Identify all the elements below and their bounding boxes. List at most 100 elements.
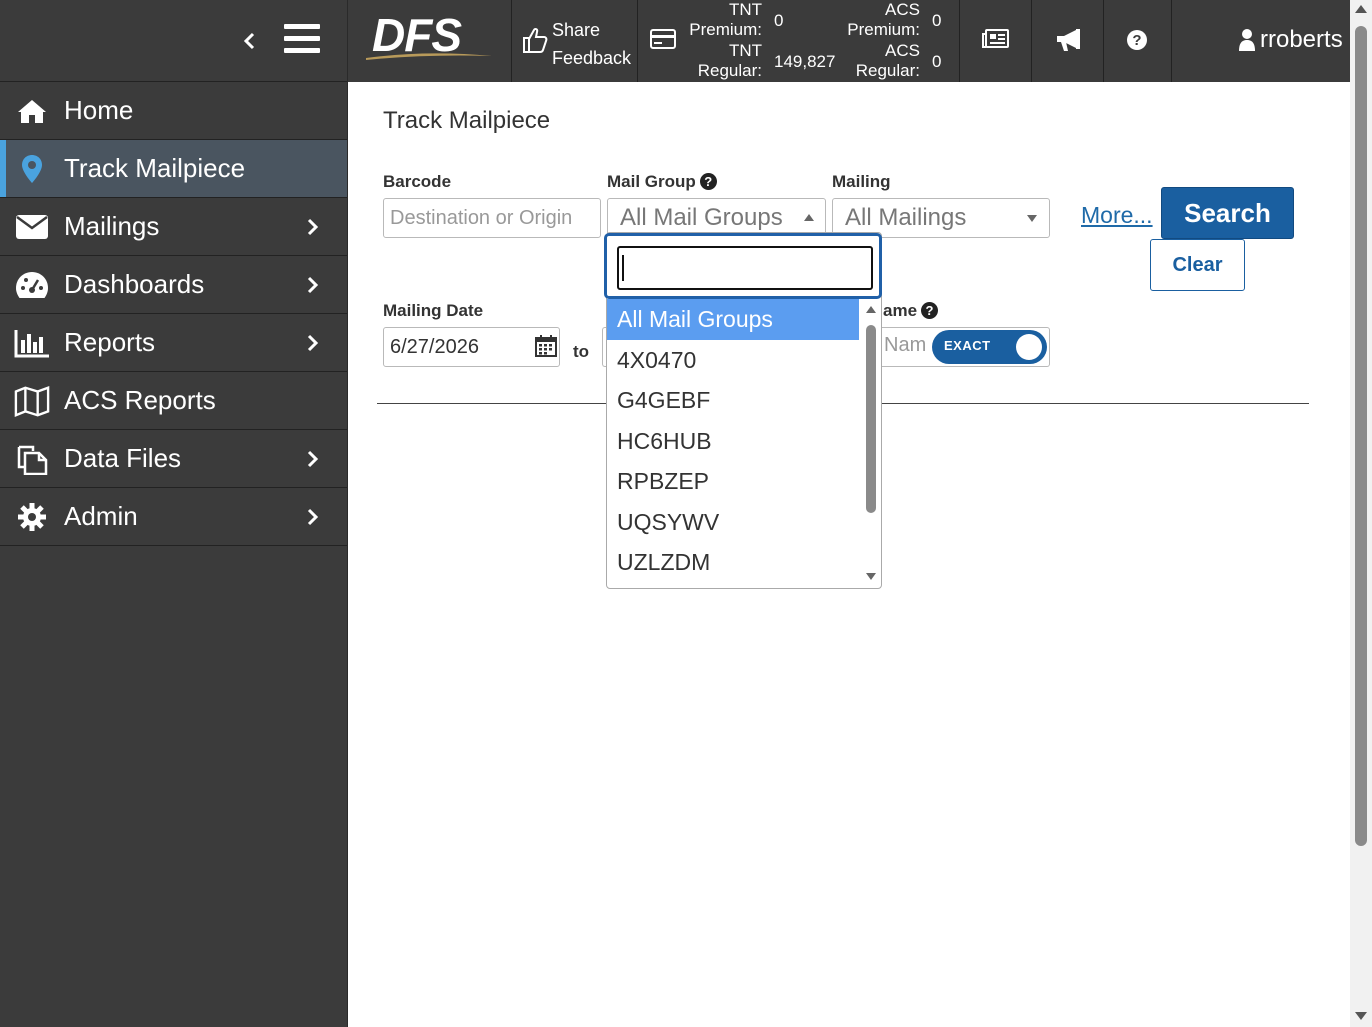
dropdown-option[interactable]: G4GEBF	[607, 380, 859, 421]
envelope-icon	[14, 211, 50, 243]
sidebar-item-label: ACS Reports	[64, 385, 216, 415]
tnt-regular-label-1: TNT	[728, 41, 762, 60]
username: rroberts	[1260, 26, 1343, 53]
chevron-right-icon	[304, 217, 322, 237]
credit-card-icon	[650, 28, 676, 50]
home-icon	[14, 95, 50, 127]
dropdown-option[interactable]: UQSYWV	[607, 502, 859, 543]
exact-match-toggle[interactable]: EXACT	[932, 330, 1047, 364]
dropdown-scroll-up-icon[interactable]	[866, 306, 876, 313]
sidebar-item-home[interactable]: Home	[0, 82, 347, 140]
mailing-date-label: Mailing Date	[383, 301, 484, 320]
user-icon	[1239, 29, 1255, 51]
mail-group-selected-value: All Mail Groups	[620, 204, 783, 231]
sidebar-item-label: Track Mailpiece	[64, 153, 246, 183]
news-button[interactable]	[960, 0, 1032, 82]
toggle-knob	[1016, 334, 1042, 360]
caret-up-icon	[804, 214, 814, 221]
caret-down-icon	[1027, 215, 1037, 222]
scroll-up-arrow-icon[interactable]	[1355, 5, 1367, 13]
newspaper-icon	[982, 29, 1009, 48]
sidebar-item-reports[interactable]: Reports	[0, 314, 347, 372]
chevron-right-icon	[304, 333, 322, 353]
dropdown-option[interactable]: HC6HUB	[607, 421, 859, 462]
map-marker-icon	[14, 153, 50, 185]
thumbs-up-icon	[522, 26, 548, 54]
top-bar: DFS Share Feedback TNT Premium: 0 TNT Re…	[348, 0, 1350, 82]
sidebar-item-label: Dashboards	[64, 269, 205, 299]
dropdown-scrollbar[interactable]	[863, 301, 879, 587]
feedback-label-line2: Feedback	[552, 48, 632, 68]
page-title: Track Mailpiece	[383, 107, 551, 134]
mailpiece-counts[interactable]: TNT Premium: 0 TNT Regular: 149,827 ACS …	[638, 0, 960, 82]
sidebar-header	[0, 0, 347, 82]
mailing-label: Mailing	[832, 172, 891, 191]
files-icon	[14, 443, 50, 475]
dropdown-options-list: All Mail Groups 4X0470 G4GEBF HC6HUB RPB…	[607, 299, 859, 583]
tnt-premium-label-1: TNT	[728, 0, 762, 19]
sidebar-item-dashboards[interactable]: Dashboards	[0, 256, 347, 314]
hamburger-menu-button[interactable]	[284, 24, 320, 56]
calendar-icon[interactable]	[534, 334, 558, 358]
sidebar: Home Track Mailpiece Mailings Dashboards…	[0, 0, 348, 1027]
chevron-right-icon	[304, 507, 322, 527]
sidebar-item-label: Mailings	[64, 211, 160, 241]
chevron-right-icon	[304, 275, 322, 295]
name-input-placeholder: Nam	[884, 334, 927, 356]
dropdown-scroll-thumb[interactable]	[866, 325, 876, 513]
chevron-right-icon	[304, 449, 322, 469]
acs-regular-label-2: Regular:	[855, 61, 920, 80]
dfs-logo[interactable]: DFS	[348, 0, 512, 82]
svg-text:?: ?	[1132, 32, 1141, 49]
mailing-selected-value: All Mailings	[845, 204, 967, 231]
search-button[interactable]: Search	[1161, 187, 1294, 239]
sidebar-item-admin[interactable]: Admin	[0, 488, 347, 546]
clear-button[interactable]: Clear	[1150, 239, 1245, 291]
megaphone-icon	[1057, 29, 1080, 51]
name-help-icon[interactable]: ?	[921, 302, 939, 319]
gear-icon	[14, 501, 50, 533]
announcements-button[interactable]	[1032, 0, 1104, 82]
sidebar-item-label: Home	[64, 95, 134, 125]
date-range-to-label: to	[573, 342, 590, 361]
mail-group-label: Mail Group?	[607, 172, 717, 192]
bar-chart-icon	[14, 327, 50, 359]
mail-group-help-icon[interactable]: ?	[699, 173, 717, 190]
acs-premium-label-2: Premium:	[847, 20, 920, 39]
sidebar-item-acs-reports[interactable]: ACS Reports	[0, 372, 347, 430]
scroll-down-arrow-icon[interactable]	[1355, 1012, 1367, 1020]
barcode-input[interactable]: Destination or Origin	[383, 198, 601, 238]
sidebar-item-mailings[interactable]: Mailings	[0, 198, 347, 256]
dropdown-search-input[interactable]	[617, 246, 873, 290]
tnt-regular-label-2: Regular:	[697, 61, 762, 80]
name-label: ame?	[883, 301, 939, 321]
share-feedback-button[interactable]: Share Feedback	[512, 0, 638, 82]
page-scrollbar[interactable]	[1350, 0, 1372, 1027]
dropdown-option[interactable]: 4X0470	[607, 340, 859, 381]
acs-regular-label-1: ACS	[885, 41, 920, 60]
acs-premium-value: 0	[932, 11, 942, 30]
user-menu[interactable]: rroberts	[1172, 0, 1350, 82]
dropdown-option[interactable]: All Mail Groups	[607, 299, 859, 340]
barcode-label: Barcode	[383, 172, 452, 191]
scroll-thumb[interactable]	[1355, 26, 1367, 846]
help-button[interactable]: ?	[1104, 0, 1172, 82]
sidebar-item-label: Admin	[64, 501, 138, 531]
dropdown-scroll-down-icon[interactable]	[866, 573, 876, 580]
mail-group-dropdown: All Mail Groups 4X0470 G4GEBF HC6HUB RPB…	[604, 232, 882, 589]
tnt-premium-label-2: Premium:	[689, 20, 762, 39]
acs-premium-label-1: ACS	[885, 0, 920, 19]
tnt-premium-value: 0	[774, 11, 784, 30]
exact-toggle-label: EXACT	[944, 338, 991, 353]
dropdown-option[interactable]: RPBZEP	[607, 461, 859, 502]
text-cursor	[622, 255, 624, 281]
more-options-link[interactable]: More...	[1081, 202, 1153, 229]
sidebar-item-label: Data Files	[64, 443, 182, 473]
sidebar-item-data-files[interactable]: Data Files	[0, 430, 347, 488]
collapse-sidebar-button[interactable]	[238, 28, 262, 54]
tnt-regular-value: 149,827	[774, 52, 836, 71]
sidebar-item-label: Reports	[64, 327, 156, 357]
sidebar-item-track-mailpiece[interactable]: Track Mailpiece	[0, 140, 347, 198]
acs-regular-value: 0	[932, 52, 942, 71]
dropdown-option[interactable]: UZLZDM	[607, 542, 859, 583]
